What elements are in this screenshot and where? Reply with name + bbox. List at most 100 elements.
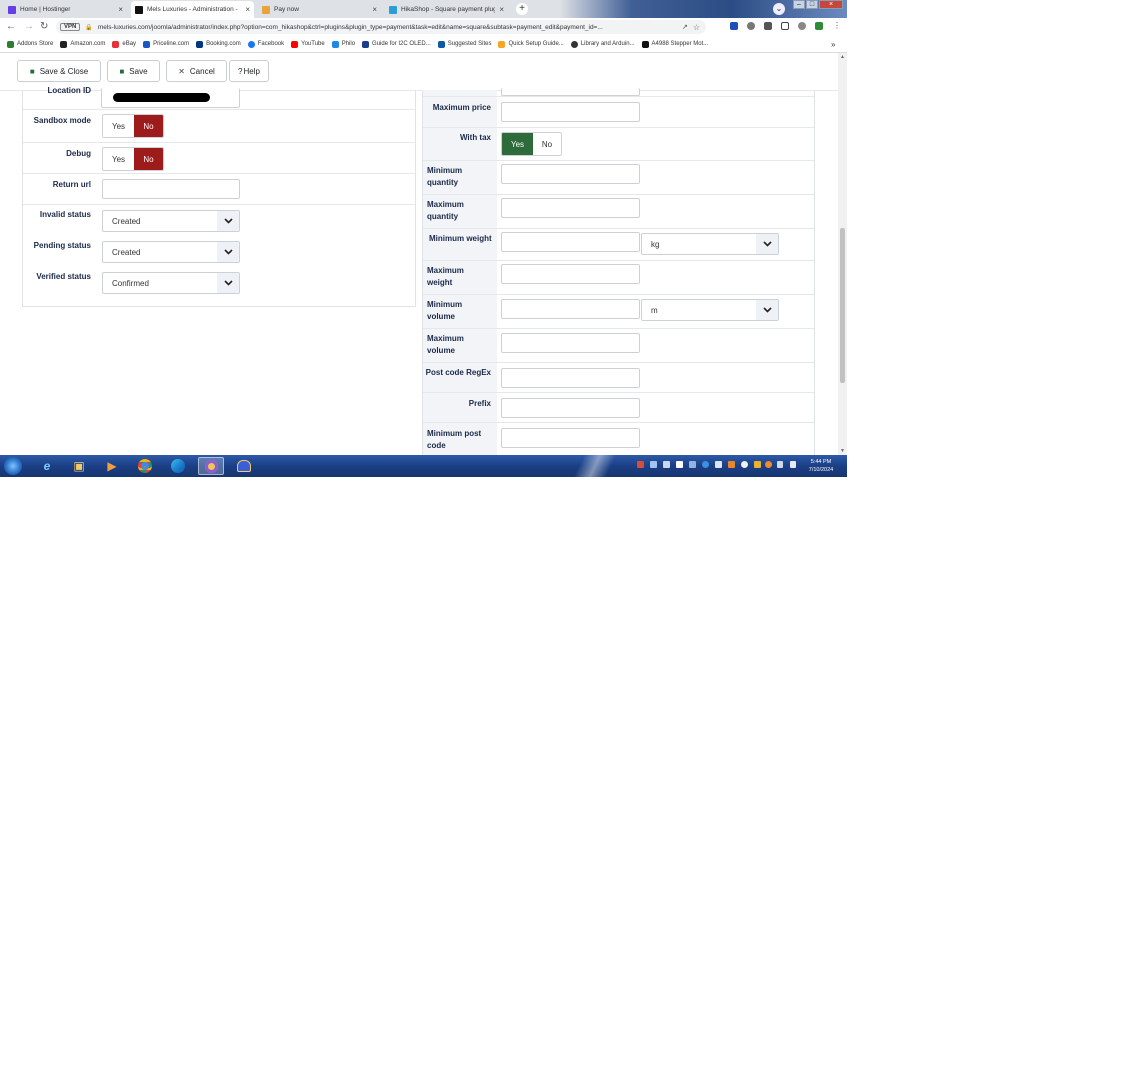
bookmark-star-icon[interactable]: ☆ bbox=[693, 23, 700, 32]
system-clock[interactable]: 5:44 PM 7/10/2024 bbox=[802, 458, 840, 474]
navigation-bar: ← → ↻ VPN 🔒 mels-luxuries.com/joomla/adm… bbox=[0, 18, 847, 36]
bookmark-item[interactable]: eBay bbox=[112, 40, 136, 48]
minimum-quantity-input[interactable] bbox=[501, 164, 640, 184]
sandbox-no-option[interactable]: No bbox=[134, 115, 163, 137]
profile-avatar-icon[interactable] bbox=[798, 22, 806, 30]
extension-gear-icon[interactable] bbox=[747, 22, 755, 30]
tray-icon[interactable] bbox=[663, 461, 670, 468]
scroll-up-icon[interactable]: ▲ bbox=[840, 54, 845, 60]
network-icon[interactable] bbox=[777, 461, 783, 468]
scroll-down-icon[interactable]: ▼ bbox=[840, 448, 845, 454]
bookmark-item[interactable]: Quick Setup Guide... bbox=[498, 40, 564, 48]
save-button[interactable]: ■ Save bbox=[107, 60, 160, 82]
tab-pay-now[interactable]: Pay now × bbox=[258, 1, 381, 18]
sandbox-yes-option[interactable]: Yes bbox=[103, 115, 134, 137]
lock-icon[interactable]: 🔒 bbox=[85, 24, 92, 31]
maximum-price-input[interactable] bbox=[501, 102, 640, 122]
bookmark-item[interactable]: Suggested Sites bbox=[437, 40, 491, 48]
with-tax-no-option[interactable]: No bbox=[533, 133, 561, 155]
help-button[interactable]: ? Help bbox=[229, 60, 269, 82]
minimize-icon[interactable]: – bbox=[793, 0, 805, 9]
bookmark-item[interactable]: Addons Store bbox=[7, 40, 53, 48]
tray-icon[interactable] bbox=[715, 461, 722, 468]
scrollbar-thumb[interactable] bbox=[840, 228, 845, 383]
tab-mels-admin[interactable]: Mels Luxuries - Administration - × bbox=[131, 1, 254, 18]
bookmark-item[interactable]: Amazon.com bbox=[60, 40, 105, 48]
more-bookmarks-icon[interactable]: » bbox=[831, 40, 835, 49]
extension-shield-icon[interactable] bbox=[730, 22, 738, 30]
volume-unit-select[interactable]: m bbox=[641, 299, 779, 321]
tab-hostinger[interactable]: Home | Hostinger × bbox=[4, 1, 127, 18]
back-icon[interactable]: ← bbox=[6, 21, 16, 32]
page-scrollbar[interactable]: ▲ ▼ bbox=[838, 53, 847, 455]
debug-toggle[interactable]: Yes No bbox=[102, 147, 164, 171]
new-tab-button[interactable]: + bbox=[516, 3, 528, 15]
tray-icon[interactable] bbox=[741, 461, 748, 468]
minimum-post-code-input[interactable] bbox=[501, 428, 640, 448]
close-window-icon[interactable]: × bbox=[819, 0, 843, 9]
return-url-input[interactable] bbox=[102, 179, 240, 199]
close-tab-icon[interactable]: × bbox=[372, 5, 377, 14]
tray-icon[interactable] bbox=[765, 461, 772, 468]
maximize-icon[interactable]: □ bbox=[806, 0, 818, 9]
volume-icon[interactable] bbox=[790, 461, 796, 468]
close-tab-icon[interactable]: × bbox=[499, 5, 504, 14]
tab-hikashop[interactable]: HikaShop - Square payment plug × bbox=[385, 1, 508, 18]
tray-icon[interactable] bbox=[728, 461, 735, 468]
maximum-volume-input[interactable] bbox=[501, 333, 640, 353]
bookmark-item[interactable]: Guide for I2C OLED... bbox=[362, 40, 431, 48]
previous-input[interactable] bbox=[501, 88, 640, 96]
media-player-icon[interactable]: ▶ bbox=[99, 457, 125, 475]
maximum-weight-input[interactable] bbox=[501, 264, 640, 284]
bookmark-item[interactable]: Library and Arduin... bbox=[570, 40, 635, 48]
bookmark-item[interactable]: Facebook bbox=[247, 40, 284, 48]
internet-explorer-icon[interactable]: e bbox=[34, 457, 60, 475]
shield-check-icon[interactable] bbox=[815, 22, 823, 30]
tray-icon[interactable] bbox=[637, 461, 644, 468]
with-tax-toggle[interactable]: Yes No bbox=[501, 132, 562, 156]
save-close-button[interactable]: ■ Save & Close bbox=[17, 60, 101, 82]
vpn-badge[interactable]: VPN bbox=[60, 23, 81, 31]
close-tab-icon[interactable]: × bbox=[118, 5, 123, 14]
bookmark-item[interactable]: Booking.com bbox=[196, 40, 241, 48]
pending-status-select[interactable]: Created bbox=[102, 241, 240, 263]
share-icon[interactable]: ↗ bbox=[682, 23, 688, 31]
with-tax-yes-option[interactable]: Yes bbox=[502, 133, 533, 155]
invalid-status-select[interactable]: Created bbox=[102, 210, 240, 232]
minimum-weight-input[interactable] bbox=[501, 232, 640, 252]
bookmark-item[interactable]: A4988 Stepper Mot... bbox=[641, 40, 708, 48]
side-panel-icon[interactable] bbox=[781, 22, 789, 30]
chrome-icon[interactable] bbox=[132, 457, 158, 475]
bookmark-item[interactable]: Philo bbox=[331, 40, 355, 48]
tray-icon[interactable] bbox=[689, 461, 696, 468]
tray-icon[interactable] bbox=[754, 461, 761, 468]
weight-unit-select[interactable]: kg bbox=[641, 233, 779, 255]
tray-icon[interactable] bbox=[702, 461, 709, 468]
debug-no-option[interactable]: No bbox=[134, 148, 163, 170]
post-code-regex-input[interactable] bbox=[501, 368, 640, 388]
sandbox-mode-toggle[interactable]: Yes No bbox=[102, 114, 164, 138]
tray-icon[interactable] bbox=[676, 461, 683, 468]
forward-icon[interactable]: → bbox=[24, 21, 34, 32]
cancel-button[interactable]: ✕ Cancel bbox=[166, 60, 227, 82]
tab-search-icon[interactable]: ⌄ bbox=[773, 3, 785, 15]
url-text[interactable]: mels-luxuries.com/joomla/administrator/i… bbox=[98, 24, 677, 31]
bookmark-item[interactable]: YouTube bbox=[291, 40, 325, 48]
debug-yes-option[interactable]: Yes bbox=[103, 148, 134, 170]
tray-icon[interactable] bbox=[650, 461, 657, 468]
verified-status-select[interactable]: Confirmed bbox=[102, 272, 240, 294]
prefix-input[interactable] bbox=[501, 398, 640, 418]
close-tab-icon[interactable]: × bbox=[245, 5, 250, 14]
reload-icon[interactable]: ↻ bbox=[40, 21, 48, 32]
minimum-volume-input[interactable] bbox=[501, 299, 640, 319]
file-explorer-icon[interactable]: ▣ bbox=[66, 457, 92, 475]
edge-icon[interactable] bbox=[165, 457, 191, 475]
address-bar[interactable]: VPN 🔒 mels-luxuries.com/joomla/administr… bbox=[56, 20, 706, 34]
audio-app-icon[interactable] bbox=[231, 457, 257, 475]
maximum-quantity-input[interactable] bbox=[501, 198, 640, 218]
menu-kebab-icon[interactable]: ⋮ bbox=[833, 21, 841, 30]
extensions-puzzle-icon[interactable] bbox=[764, 22, 772, 30]
browser-active-icon[interactable] bbox=[198, 457, 224, 475]
start-button[interactable] bbox=[4, 457, 22, 475]
bookmark-item[interactable]: Priceline.com bbox=[143, 40, 189, 48]
